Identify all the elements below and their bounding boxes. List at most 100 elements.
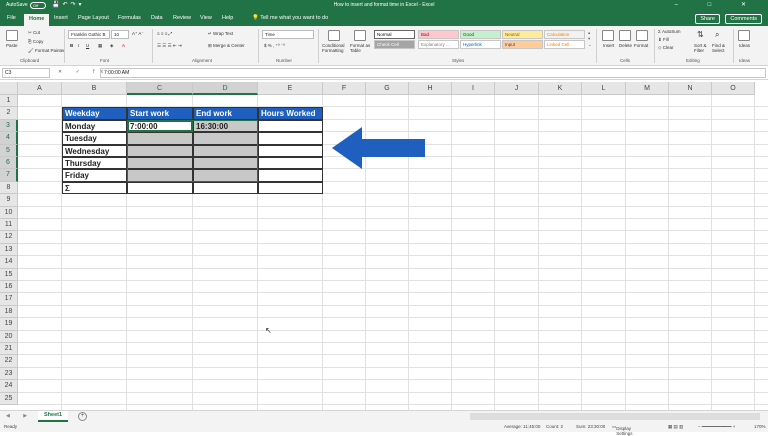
merge-center-button[interactable]: ⊞ Merge & Center	[208, 43, 245, 49]
row-header-18[interactable]: 18	[0, 305, 18, 319]
row-header-8[interactable]: 8	[0, 181, 18, 195]
cell-style-hyperlink[interactable]: Hyperlink	[460, 40, 501, 49]
ideas-button[interactable]: Ideas	[739, 43, 750, 48]
column-header-b[interactable]: B	[62, 82, 127, 95]
format-painter-button[interactable]: 🖌 Format Painter	[28, 48, 65, 54]
italic-icon[interactable]: I	[78, 43, 79, 48]
table-cell[interactable]: Monday	[62, 119, 127, 133]
row-header-11[interactable]: 11	[0, 219, 18, 232]
tab-help[interactable]: Help	[222, 15, 233, 21]
autosum-button[interactable]: Σ AutoSum	[658, 29, 681, 34]
row-header-9[interactable]: 9	[0, 194, 18, 207]
table-cell[interactable]	[258, 169, 323, 182]
table-cell[interactable]	[258, 144, 323, 157]
delete-cells-icon[interactable]	[619, 30, 631, 41]
view-mode-icons[interactable]: ▦ ▤ ▥	[668, 424, 683, 430]
row-header-3[interactable]: 3	[0, 119, 18, 133]
display-settings-button[interactable]: ▭ Display Settings	[612, 424, 633, 436]
table-cell[interactable]: Σ	[62, 181, 127, 195]
fill-button[interactable]: ⬇ Fill	[658, 37, 669, 43]
row-header-15[interactable]: 15	[0, 268, 18, 281]
clear-button[interactable]: ◇ Clear	[658, 45, 673, 51]
tell-me-search[interactable]: 💡 Tell me what you want to do	[252, 15, 328, 21]
font-name-select[interactable]: Franklin Gothic B	[68, 30, 110, 39]
column-header-h[interactable]: H	[409, 82, 452, 95]
number-format-select[interactable]: Time	[262, 30, 314, 39]
tab-view[interactable]: View	[200, 15, 212, 21]
table-cell[interactable]	[127, 181, 193, 195]
formula-input[interactable]: 7:00:00 AM	[100, 68, 766, 78]
row-header-1[interactable]: 1	[0, 95, 18, 108]
cell-style-linked-cell[interactable]: Linked Cell	[544, 40, 585, 49]
zoom-slider[interactable]: – ━━━━━━━━━━━ +	[698, 424, 735, 430]
row-header-17[interactable]: 17	[0, 293, 18, 306]
row-header-16[interactable]: 16	[0, 281, 18, 294]
row-header-14[interactable]: 14	[0, 256, 18, 269]
table-cell[interactable]: Wednesday	[62, 144, 127, 157]
row-header-22[interactable]: 22	[0, 355, 18, 368]
cell-style-normal[interactable]: Normal	[374, 30, 415, 39]
row-header-19[interactable]: 19	[0, 318, 18, 331]
horizontal-scrollbar[interactable]	[470, 413, 760, 420]
row-header-12[interactable]: 12	[0, 231, 18, 244]
font-color-icon[interactable]: A	[122, 43, 125, 48]
ideas-icon[interactable]	[738, 30, 750, 41]
table-cell[interactable]	[258, 119, 323, 133]
cell-style-input[interactable]: Input	[502, 40, 543, 49]
border-icon[interactable]: ▦	[98, 43, 102, 49]
cell-style-neutral[interactable]: Neutral	[502, 30, 543, 39]
row-header-23[interactable]: 23	[0, 367, 18, 381]
column-header-l[interactable]: L	[582, 82, 626, 95]
tab-home[interactable]: Home	[24, 14, 50, 26]
column-header-g[interactable]: G	[366, 82, 409, 95]
cell-style-explanatory[interactable]: Explanatory ...	[418, 40, 459, 49]
delete-cells-button[interactable]: Delete	[619, 43, 632, 48]
column-header-j[interactable]: J	[495, 82, 539, 95]
window-controls[interactable]: – □ ✕	[675, 1, 760, 8]
add-sheet-icon[interactable]: +	[78, 412, 87, 421]
row-header-2[interactable]: 2	[0, 107, 18, 120]
row-header-24[interactable]: 24	[0, 380, 18, 393]
column-header-f[interactable]: F	[323, 82, 366, 95]
row-header-5[interactable]: 5	[0, 144, 18, 157]
column-header-i[interactable]: I	[452, 82, 495, 95]
column-header-d[interactable]: D	[193, 82, 258, 95]
table-cell[interactable]: Thursday	[62, 157, 127, 170]
sort-filter-icon[interactable]: ⇅	[697, 30, 704, 39]
table-cell[interactable]	[258, 181, 323, 195]
column-header-o[interactable]: O	[712, 82, 755, 95]
wrap-text-button[interactable]: ↵ Wrap Text	[208, 31, 233, 37]
format-as-table-icon[interactable]	[354, 30, 366, 41]
cut-button[interactable]: ✂ Cut	[28, 30, 40, 36]
copy-button[interactable]: ⎘ Copy	[28, 39, 43, 44]
tab-file[interactable]: File	[7, 15, 16, 21]
column-header-n[interactable]: N	[669, 82, 712, 95]
table-cell[interactable]	[258, 157, 323, 170]
sheet-nav-arrows[interactable]: ◀ ▶	[6, 413, 33, 419]
select-all-corner[interactable]	[0, 82, 18, 95]
row-header-10[interactable]: 10	[0, 206, 18, 219]
row-header-13[interactable]: 13	[0, 243, 18, 257]
bold-icon[interactable]: B	[70, 43, 73, 48]
fill-color-icon[interactable]: ◈	[110, 43, 113, 49]
format-cells-icon[interactable]	[636, 30, 648, 41]
insert-cells-button[interactable]: Insert	[603, 43, 614, 48]
tab-data[interactable]: Data	[151, 15, 163, 21]
sheet-tab-sheet1[interactable]: Sheet1	[38, 411, 69, 422]
cell-style-calculation[interactable]: Calculation	[544, 30, 585, 39]
table-header-cell[interactable]: End work	[193, 107, 258, 120]
column-header-m[interactable]: M	[626, 82, 669, 95]
conditional-formatting-icon[interactable]	[328, 30, 340, 41]
tab-formulas[interactable]: Formulas	[118, 15, 141, 21]
styles-gallery-scroll-icon[interactable]: ▴ ▾ ⌄	[588, 30, 592, 48]
find-select-icon[interactable]: ⌕	[715, 30, 719, 40]
column-header-k[interactable]: K	[539, 82, 582, 95]
horizontal-align-icons[interactable]: ☰ ☰ ☰ ⇤ ⇥	[157, 43, 182, 49]
cell-style-bad[interactable]: Bad	[418, 30, 459, 39]
sort-filter-button[interactable]: Sort & Filter	[694, 43, 712, 53]
column-header-e[interactable]: E	[258, 82, 323, 95]
tab-review[interactable]: Review	[173, 15, 191, 21]
find-select-button[interactable]: Find & Select	[712, 43, 730, 53]
column-header-c[interactable]: C	[127, 82, 193, 95]
row-header-21[interactable]: 21	[0, 343, 18, 356]
